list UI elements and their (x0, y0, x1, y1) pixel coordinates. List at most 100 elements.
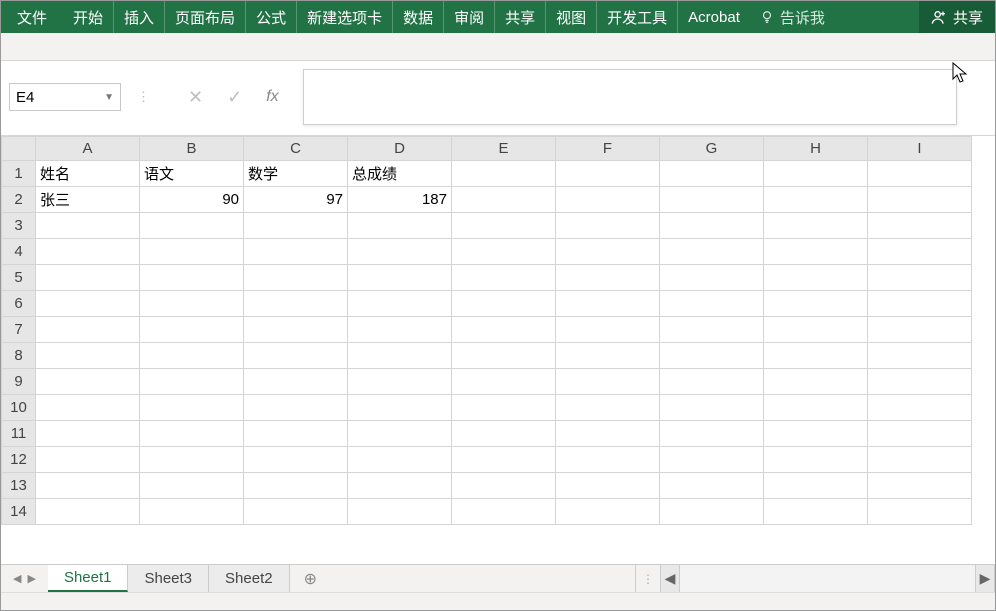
ribbon-tab-view[interactable]: 视图 (546, 1, 597, 33)
row-header-9[interactable]: 9 (2, 369, 36, 395)
sheet-tab-Sheet1[interactable]: Sheet1 (48, 565, 129, 592)
cell-A10[interactable] (36, 395, 140, 421)
tell-me-search[interactable]: 告诉我 (750, 1, 835, 33)
cell-E10[interactable] (452, 395, 556, 421)
cell-I9[interactable] (868, 369, 972, 395)
row-header-2[interactable]: 2 (2, 187, 36, 213)
scroll-track[interactable] (680, 565, 975, 592)
cell-G1[interactable] (660, 161, 764, 187)
cell-A11[interactable] (36, 421, 140, 447)
cell-F12[interactable] (556, 447, 660, 473)
row-header-1[interactable]: 1 (2, 161, 36, 187)
cell-D6[interactable] (348, 291, 452, 317)
col-header-G[interactable]: G (660, 137, 764, 161)
cell-D10[interactable] (348, 395, 452, 421)
cell-B2[interactable]: 90 (140, 187, 244, 213)
cell-E4[interactable] (452, 239, 556, 265)
cell-G13[interactable] (660, 473, 764, 499)
cell-B12[interactable] (140, 447, 244, 473)
cell-C5[interactable] (244, 265, 348, 291)
row-header-5[interactable]: 5 (2, 265, 36, 291)
cell-G8[interactable] (660, 343, 764, 369)
cell-D3[interactable] (348, 213, 452, 239)
cell-A12[interactable] (36, 447, 140, 473)
ribbon-tab-file[interactable]: 文件 (7, 1, 63, 33)
cell-F11[interactable] (556, 421, 660, 447)
sheet-nav-prev-icon[interactable]: ◀ (13, 572, 21, 585)
cell-E6[interactable] (452, 291, 556, 317)
cell-G12[interactable] (660, 447, 764, 473)
row-header-8[interactable]: 8 (2, 343, 36, 369)
col-header-B[interactable]: B (140, 137, 244, 161)
cell-D2[interactable]: 187 (348, 187, 452, 213)
row-header-6[interactable]: 6 (2, 291, 36, 317)
cell-G2[interactable] (660, 187, 764, 213)
cell-I7[interactable] (868, 317, 972, 343)
cell-D1[interactable]: 总成绩 (348, 161, 452, 187)
cell-F10[interactable] (556, 395, 660, 421)
col-header-H[interactable]: H (764, 137, 868, 161)
cell-A13[interactable] (36, 473, 140, 499)
cell-E3[interactable] (452, 213, 556, 239)
cell-A14[interactable] (36, 499, 140, 525)
ribbon-tab-acrobat[interactable]: Acrobat (678, 1, 750, 33)
sheet-tab-Sheet2[interactable]: Sheet2 (209, 565, 290, 592)
cell-G6[interactable] (660, 291, 764, 317)
cell-G5[interactable] (660, 265, 764, 291)
cell-B11[interactable] (140, 421, 244, 447)
cell-H6[interactable] (764, 291, 868, 317)
splitter-dots[interactable]: ⋮ (636, 572, 660, 586)
horizontal-scrollbar[interactable]: ⋮ ◀ ▶ (635, 565, 995, 592)
cell-H1[interactable] (764, 161, 868, 187)
ribbon-tab-insert[interactable]: 插入 (114, 1, 165, 33)
cell-I1[interactable] (868, 161, 972, 187)
cell-D7[interactable] (348, 317, 452, 343)
cell-C11[interactable] (244, 421, 348, 447)
add-sheet-button[interactable]: ⊕ (290, 565, 331, 592)
select-all-corner[interactable] (2, 137, 36, 161)
cell-C12[interactable] (244, 447, 348, 473)
cell-I2[interactable] (868, 187, 972, 213)
cell-A8[interactable] (36, 343, 140, 369)
cell-H7[interactable] (764, 317, 868, 343)
cell-I4[interactable] (868, 239, 972, 265)
cell-B14[interactable] (140, 499, 244, 525)
cell-F8[interactable] (556, 343, 660, 369)
cell-B4[interactable] (140, 239, 244, 265)
sheet-nav[interactable]: ◀ ▶ (1, 565, 48, 592)
cell-H11[interactable] (764, 421, 868, 447)
cell-A1[interactable]: 姓名 (36, 161, 140, 187)
cell-G9[interactable] (660, 369, 764, 395)
ribbon-tab-home[interactable]: 开始 (63, 1, 114, 33)
cell-C4[interactable] (244, 239, 348, 265)
cell-A3[interactable] (36, 213, 140, 239)
cell-I8[interactable] (868, 343, 972, 369)
cell-C8[interactable] (244, 343, 348, 369)
cell-F1[interactable] (556, 161, 660, 187)
cell-B1[interactable]: 语文 (140, 161, 244, 187)
ribbon-tab-developer[interactable]: 开发工具 (597, 1, 678, 33)
cell-B3[interactable] (140, 213, 244, 239)
cell-B8[interactable] (140, 343, 244, 369)
cell-C3[interactable] (244, 213, 348, 239)
cell-E13[interactable] (452, 473, 556, 499)
cell-I14[interactable] (868, 499, 972, 525)
cell-C6[interactable] (244, 291, 348, 317)
cell-H8[interactable] (764, 343, 868, 369)
cell-B7[interactable] (140, 317, 244, 343)
cell-E11[interactable] (452, 421, 556, 447)
cell-I3[interactable] (868, 213, 972, 239)
cell-H9[interactable] (764, 369, 868, 395)
row-header-3[interactable]: 3 (2, 213, 36, 239)
cell-D14[interactable] (348, 499, 452, 525)
fx-icon[interactable]: fx (266, 88, 278, 106)
cell-G14[interactable] (660, 499, 764, 525)
col-header-I[interactable]: I (868, 137, 972, 161)
cell-H4[interactable] (764, 239, 868, 265)
ribbon-tab-review[interactable]: 审阅 (444, 1, 495, 33)
col-header-E[interactable]: E (452, 137, 556, 161)
cell-F3[interactable] (556, 213, 660, 239)
ribbon-tab-formulas[interactable]: 公式 (246, 1, 297, 33)
cell-F5[interactable] (556, 265, 660, 291)
row-header-7[interactable]: 7 (2, 317, 36, 343)
